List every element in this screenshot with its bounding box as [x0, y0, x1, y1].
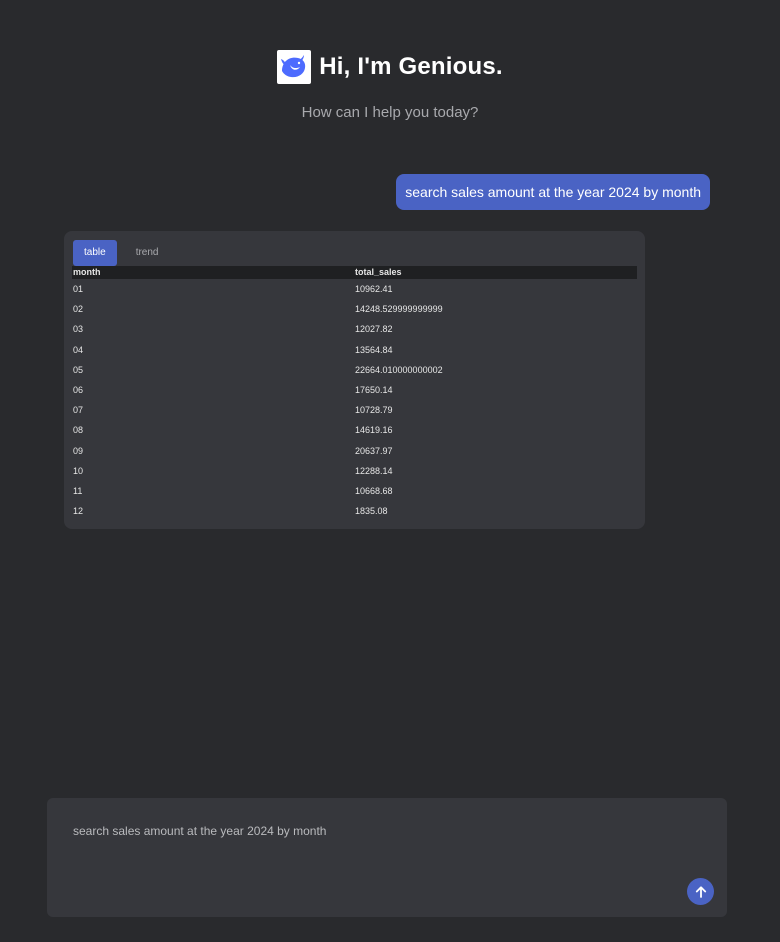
month-cell: 03: [73, 324, 84, 335]
whale-logo-icon: [277, 50, 312, 84]
table-row: 11 10668.68: [72, 481, 637, 501]
month-cell: 07: [73, 405, 84, 416]
user-message-bubble: search sales amount at the year 2024 by …: [396, 174, 710, 210]
sales-cell: 13564.84: [355, 344, 393, 355]
sales-cell: 10728.79: [355, 405, 393, 416]
month-cell: 06: [73, 385, 84, 396]
table-row: 06 17650.14: [72, 380, 637, 400]
table-row: 05 22664.010000000002: [72, 360, 637, 380]
month-cell: 01: [73, 284, 84, 295]
page-title: Hi, I'm Genious.: [319, 53, 503, 80]
sales-cell: 17650.14: [355, 385, 393, 396]
month-cell: 09: [73, 445, 84, 456]
table-row: 01 10962.41: [72, 279, 637, 299]
table-row: 07 10728.79: [72, 400, 637, 420]
month-cell: 12: [73, 506, 84, 517]
month-cell: 05: [73, 364, 84, 375]
column-header-total-sales: total_sales: [354, 266, 637, 279]
sales-cell: 10962.41: [355, 284, 393, 295]
result-card: table trend month total_sales 01 10962.41…: [64, 231, 645, 529]
result-tabs: table trend: [72, 240, 637, 266]
sales-cell: 20637.97: [355, 445, 393, 456]
sales-cell: 10668.68: [355, 485, 393, 496]
page-subtitle: How can I help you today?: [301, 104, 479, 121]
month-cell: 08: [73, 425, 84, 436]
chat-page: Hi, I'm Genious. How can I help you toda…: [0, 0, 780, 942]
sales-cell: 12288.14: [355, 465, 393, 476]
table-row: 03 12027.82: [72, 319, 637, 339]
arrow-up-icon: [695, 885, 706, 898]
sales-cell: 22664.010000000002: [355, 364, 443, 375]
column-header-month: month: [72, 266, 354, 279]
month-cell: 04: [73, 344, 84, 355]
table-row: 08 14619.16: [72, 420, 637, 440]
sales-table: month total_sales 01 10962.41 02 14248.529…: [72, 266, 637, 521]
message-composer: search sales amount at the year 2024 by …: [47, 798, 727, 917]
sales-cell: 14619.16: [355, 425, 393, 436]
tab-trend[interactable]: trend: [125, 240, 170, 266]
table-row: 02 14248.529999999999: [72, 299, 637, 319]
table-row: 09 20637.97: [72, 441, 637, 461]
message-input[interactable]: search sales amount at the year 2024 by …: [73, 824, 673, 838]
table-row: 04 13564.84: [72, 340, 637, 360]
sales-cell: 1835.08: [355, 506, 388, 517]
month-cell: 10: [73, 465, 84, 476]
month-cell: 11: [73, 485, 83, 496]
month-cell: 02: [73, 304, 84, 315]
table-row: 12 1835.08: [72, 501, 637, 521]
sales-cell: 12027.82: [355, 324, 393, 335]
send-button[interactable]: [687, 878, 714, 905]
tab-table[interactable]: table: [73, 240, 117, 266]
sales-cell: 14248.529999999999: [355, 304, 443, 315]
table-row: 10 12288.14: [72, 461, 637, 481]
table-header-row: month total_sales: [72, 266, 637, 279]
greeting-header: Hi, I'm Genious.: [0, 50, 780, 84]
